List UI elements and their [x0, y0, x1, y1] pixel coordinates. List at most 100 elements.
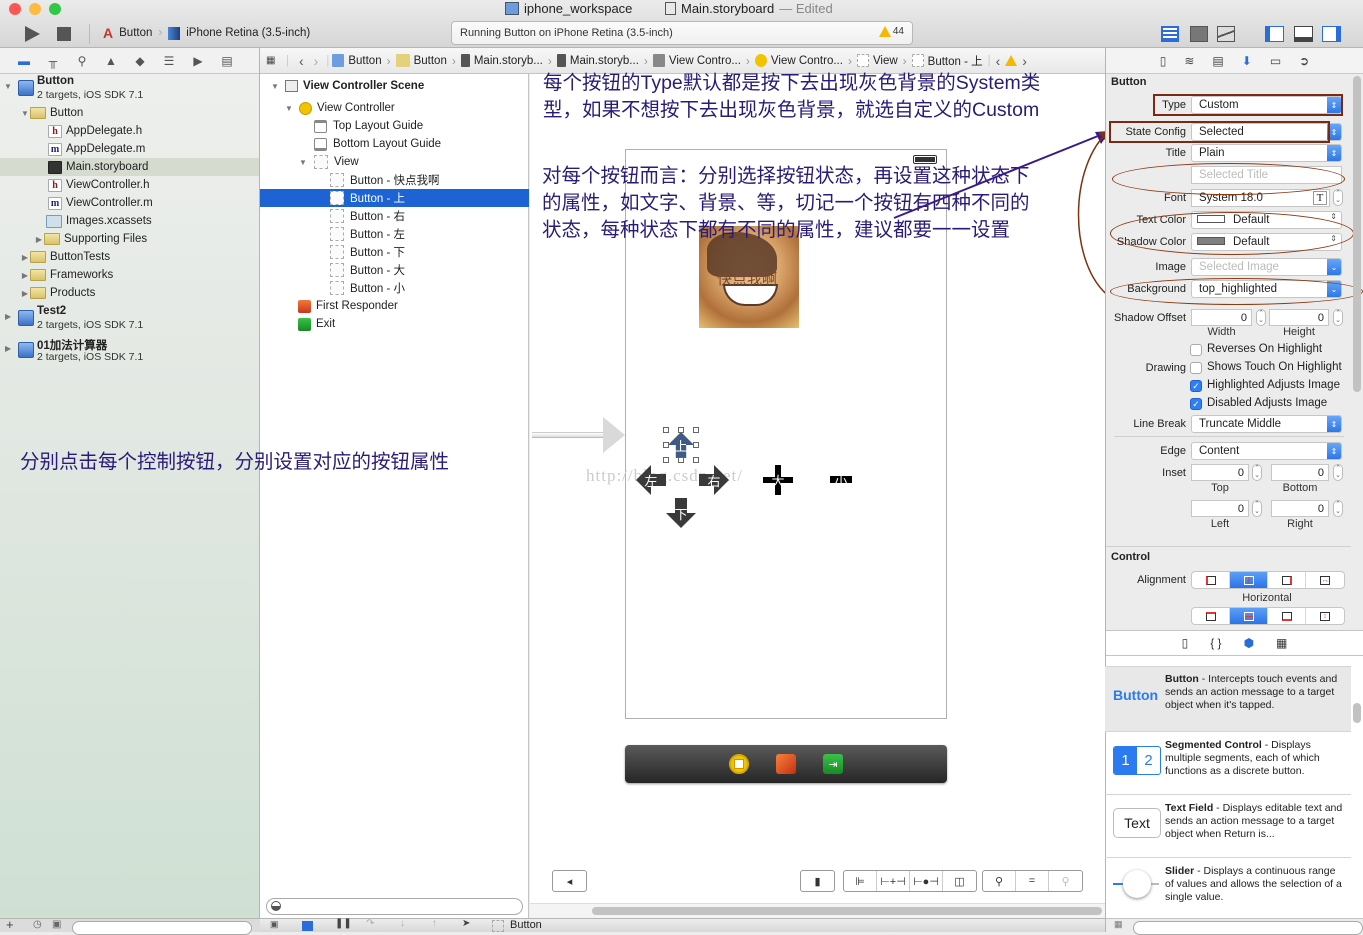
disclosure-closed-icon[interactable]: ▶ — [20, 253, 30, 262]
step-out-icon[interactable]: ↑ — [432, 918, 437, 929]
outline-button-item[interactable]: Button - 右 — [260, 207, 529, 225]
run-button[interactable] — [22, 25, 42, 43]
outline-view[interactable]: ▼ View — [260, 153, 529, 171]
previous-issue-button[interactable]: ‹ — [996, 53, 1001, 69]
outline-button-item-selected[interactable]: Button - 上 — [260, 189, 529, 207]
toggle-navigator-button[interactable] — [1265, 26, 1284, 42]
step-over-icon[interactable]: ↷ — [366, 918, 374, 929]
title-type-popup[interactable]: Plain ⇕ — [1191, 144, 1342, 162]
tree-item-button-group[interactable]: ▼ Button — [0, 104, 259, 122]
outline-view-controller[interactable]: ▼ View Controller — [260, 99, 529, 117]
pin-icon[interactable]: ⊢+⊣ — [877, 871, 910, 891]
shows-touch-on-highlight-checkbox[interactable] — [1190, 362, 1202, 374]
align-top-icon[interactable] — [1192, 608, 1230, 624]
jumpbar-item[interactable]: Main.storyb... — [554, 54, 642, 67]
outline-button-item[interactable]: Button - 左 — [260, 225, 529, 243]
warning-badge[interactable]: 44 — [878, 26, 904, 37]
connections-icon[interactable]: ➲ — [1299, 54, 1309, 68]
outline-button-item[interactable]: Button - 大 — [260, 261, 529, 279]
toggle-debug-area-button[interactable] — [1294, 26, 1313, 42]
destination-name[interactable]: iPhone Retina (3.5-inch) — [186, 27, 310, 39]
object-icon[interactable]: ⬢ — [1244, 636, 1254, 650]
inset-top-field[interactable]: 0 — [1191, 464, 1249, 481]
tree-item-products[interactable]: ▶ Products — [0, 284, 259, 302]
zoom-in-button[interactable]: 大 — [763, 465, 793, 495]
highlighted-adjusts-image-checkbox[interactable]: ✓ — [1190, 380, 1202, 392]
right-button[interactable]: 右 — [699, 465, 729, 495]
jumpbar-item[interactable]: Button - 上 — [909, 53, 986, 69]
disclosure-open-icon[interactable]: ▼ — [298, 158, 308, 167]
align-bottom-icon[interactable] — [1268, 608, 1306, 624]
horizontal-scrollbar-track[interactable] — [530, 903, 1105, 918]
shadow-width-stepper[interactable]: ⌃ ⌄ — [1256, 309, 1266, 326]
reverses-on-highlight-checkbox[interactable] — [1190, 344, 1202, 356]
warning-icon[interactable]: ▲ — [103, 54, 119, 68]
outline-scene[interactable]: ▼ View Controller Scene — [260, 77, 529, 95]
zoom-actual-icon[interactable]: = — [1016, 871, 1049, 891]
disclosure-open-icon[interactable]: ▼ — [4, 82, 12, 91]
hide-debug-icon[interactable]: ▣ — [270, 919, 279, 930]
source-control-filter-icon[interactable]: ▣ — [52, 919, 61, 930]
identity-icon[interactable]: ▤ — [1212, 54, 1223, 68]
line-break-popup[interactable]: Truncate Middle ⇕ — [1191, 415, 1342, 433]
jumpbar-item[interactable]: View Contro... — [752, 54, 846, 67]
disclosure-closed-icon[interactable]: ▶ — [5, 312, 11, 321]
font-picker-icon[interactable]: T — [1313, 191, 1327, 205]
align-fill-vertical-icon[interactable]: ↕ — [1306, 608, 1344, 624]
align-fill-icon[interactable]: ↔ — [1306, 572, 1344, 588]
minimize-window-button[interactable] — [29, 3, 41, 15]
down-button[interactable]: 下 — [666, 498, 696, 528]
inset-left-field[interactable]: 0 — [1191, 500, 1249, 517]
align-middle-icon[interactable] — [1230, 608, 1268, 624]
horizontal-alignment-control[interactable]: ↔ — [1191, 571, 1345, 589]
outline-top-layout-guide[interactable]: Top Layout Guide — [260, 117, 529, 135]
inset-right-field[interactable]: 0 — [1271, 500, 1329, 517]
attributes-icon[interactable]: ⬇ — [1242, 54, 1252, 68]
version-editor-button[interactable] — [1217, 26, 1235, 42]
library-filter-input[interactable] — [1133, 921, 1363, 935]
toggle-outline-button[interactable]: ◂ — [552, 870, 587, 892]
grid-view-icon[interactable]: ▦ — [1114, 919, 1123, 930]
align-right-icon[interactable] — [1268, 572, 1306, 588]
breakpoints-toggle-icon[interactable] — [302, 921, 313, 931]
inset-bottom-stepper[interactable]: ⌃ ⌄ — [1333, 464, 1343, 481]
jumpbar-item[interactable]: View Contro... — [650, 54, 744, 67]
location-icon[interactable]: ➤ — [462, 918, 470, 929]
outline-button-item[interactable]: Button - 快点我啊 — [260, 171, 529, 189]
tree-item-images-xcassets[interactable]: Images.xcassets — [0, 212, 259, 230]
zoom-out-icon[interactable]: ⚲ — [983, 871, 1016, 891]
shadow-height-stepper[interactable]: ⌃ ⌄ — [1333, 309, 1343, 326]
tree-item-buttontests[interactable]: ▶ ButtonTests — [0, 248, 259, 266]
edge-popup[interactable]: Content ⇕ — [1191, 442, 1342, 460]
assistant-editor-button[interactable] — [1190, 26, 1208, 42]
inset-left-stepper[interactable]: ⌃ ⌄ — [1252, 500, 1262, 517]
next-issue-button[interactable]: › — [1022, 53, 1027, 69]
breakpoint-icon[interactable]: ◆ — [132, 54, 148, 68]
tree-item-main-storyboard[interactable]: Main.storyboard — [0, 158, 259, 176]
file-template-icon[interactable]: ▯ — [1182, 636, 1189, 650]
file-icon[interactable]: ▯ — [1160, 54, 1167, 68]
library-item-button[interactable]: Button Button - Intercepts touch events … — [1105, 666, 1351, 732]
shadow-height-field[interactable]: 0 — [1269, 309, 1329, 326]
list-icon[interactable]: ☰ — [161, 54, 177, 68]
search-icon[interactable]: ⚲ — [74, 54, 90, 68]
quick-help-icon[interactable]: ≋ — [1184, 54, 1194, 68]
view-controller-icon[interactable] — [729, 754, 749, 774]
horizontal-scrollbar-thumb[interactable] — [592, 907, 1102, 915]
resolve-issues-icon[interactable]: ⊢●⊣ — [910, 871, 943, 891]
form-factor-button[interactable]: ▮ — [800, 870, 835, 892]
inspector-scrollbar[interactable] — [1353, 76, 1361, 392]
close-window-button[interactable] — [9, 3, 21, 15]
outline-button-item[interactable]: Button - 小 — [260, 279, 529, 297]
first-responder-icon[interactable] — [776, 754, 796, 774]
image-combo[interactable]: Selected Image ⌄ — [1191, 258, 1342, 276]
align-center-icon[interactable] — [1230, 572, 1268, 588]
selection-handles[interactable] — [663, 427, 699, 463]
inset-top-stepper[interactable]: ⌃ ⌄ — [1252, 464, 1262, 481]
log-icon[interactable]: ▤ — [219, 54, 235, 68]
navigator-filter-input[interactable] — [72, 921, 252, 935]
hierarchy-icon[interactable]: ╥ — [45, 54, 61, 68]
media-icon[interactable]: ▦ — [1276, 636, 1287, 650]
size-icon[interactable]: ▭ — [1270, 54, 1281, 68]
disclosure-open-icon[interactable]: ▼ — [270, 82, 280, 91]
